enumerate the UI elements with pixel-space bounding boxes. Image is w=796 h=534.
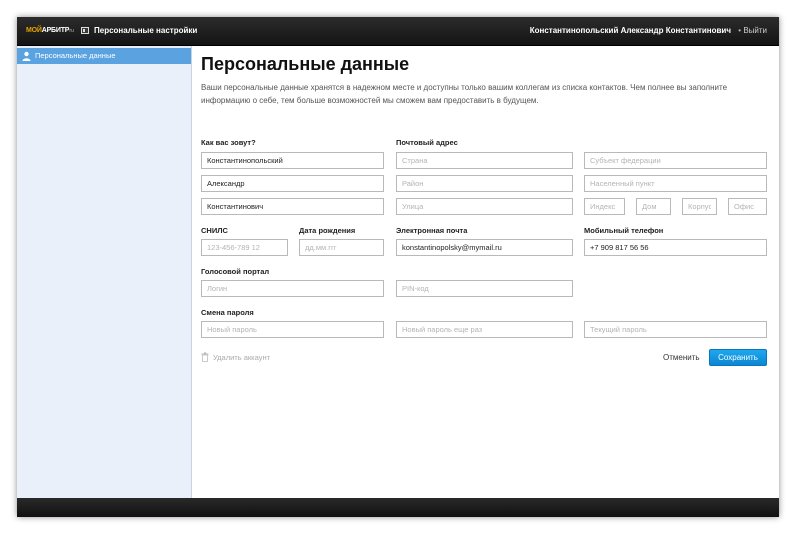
- phone-field[interactable]: [584, 239, 767, 256]
- save-button[interactable]: Сохранить: [709, 349, 767, 366]
- email-field[interactable]: [396, 239, 573, 256]
- locality-field[interactable]: [584, 175, 767, 192]
- country-field[interactable]: [396, 152, 573, 169]
- header-separator: •: [738, 26, 741, 35]
- building-field[interactable]: [682, 198, 717, 215]
- first-name-field[interactable]: [201, 175, 384, 192]
- email-label: Электронная почта: [396, 226, 468, 235]
- page-title: Персональные данные: [201, 54, 410, 74]
- region-field[interactable]: [584, 152, 767, 169]
- sidebar-item-personal-data[interactable]: Персональные данные: [17, 48, 191, 64]
- bottom-bar: [17, 498, 779, 517]
- user-name[interactable]: Константинопольский Александр Константин…: [530, 25, 731, 37]
- voice-portal-label: Голосовой портал: [201, 267, 270, 276]
- current-password-field[interactable]: [584, 321, 767, 338]
- house-field[interactable]: [636, 198, 671, 215]
- trash-icon[interactable]: [201, 352, 209, 362]
- street-field[interactable]: [396, 198, 573, 215]
- sidebar-item-label: Персональные данные: [35, 51, 116, 60]
- logo-part-3: ru: [69, 28, 74, 34]
- logo-part-1: МОЙ: [26, 27, 42, 34]
- section-title: Персональные настройки: [94, 26, 198, 35]
- postal-index-field[interactable]: [584, 198, 625, 215]
- logo[interactable]: МОЙАРБИТРru: [26, 26, 74, 36]
- person-icon: [22, 51, 31, 61]
- district-field[interactable]: [396, 175, 573, 192]
- top-bar: МОЙАРБИТРru Персональные настройки Конст…: [17, 17, 779, 46]
- logout-link[interactable]: Выйти: [743, 25, 767, 37]
- logo-part-2: АРБИТР: [41, 27, 70, 34]
- address-section-label: Почтовый адрес: [396, 138, 458, 147]
- app-window: МОЙАРБИТРru Персональные настройки Конст…: [17, 17, 779, 517]
- settings-card-icon: [81, 27, 89, 34]
- birthdate-field[interactable]: [299, 239, 384, 256]
- repeat-password-field[interactable]: [396, 321, 573, 338]
- snils-label: СНИЛС: [201, 226, 228, 235]
- intro-text: Ваши персональные данные хранятся в наде…: [201, 83, 728, 105]
- office-field[interactable]: [728, 198, 767, 215]
- new-password-field[interactable]: [201, 321, 384, 338]
- voice-login-field[interactable]: [201, 280, 384, 297]
- snils-field[interactable]: [201, 239, 288, 256]
- delete-account-link[interactable]: Удалить аккаунт: [213, 353, 270, 363]
- cancel-button[interactable]: Отменить: [663, 353, 700, 363]
- name-section-label: Как вас зовут?: [201, 138, 256, 147]
- sidebar: Персональные данные: [17, 46, 192, 498]
- birthdate-label: Дата рождения: [299, 226, 356, 235]
- phone-label: Мобильный телефон: [584, 226, 664, 235]
- password-section-label: Смена пароля: [201, 308, 254, 317]
- middle-name-field[interactable]: [201, 198, 384, 215]
- last-name-field[interactable]: [201, 152, 384, 169]
- voice-pin-field[interactable]: [396, 280, 573, 297]
